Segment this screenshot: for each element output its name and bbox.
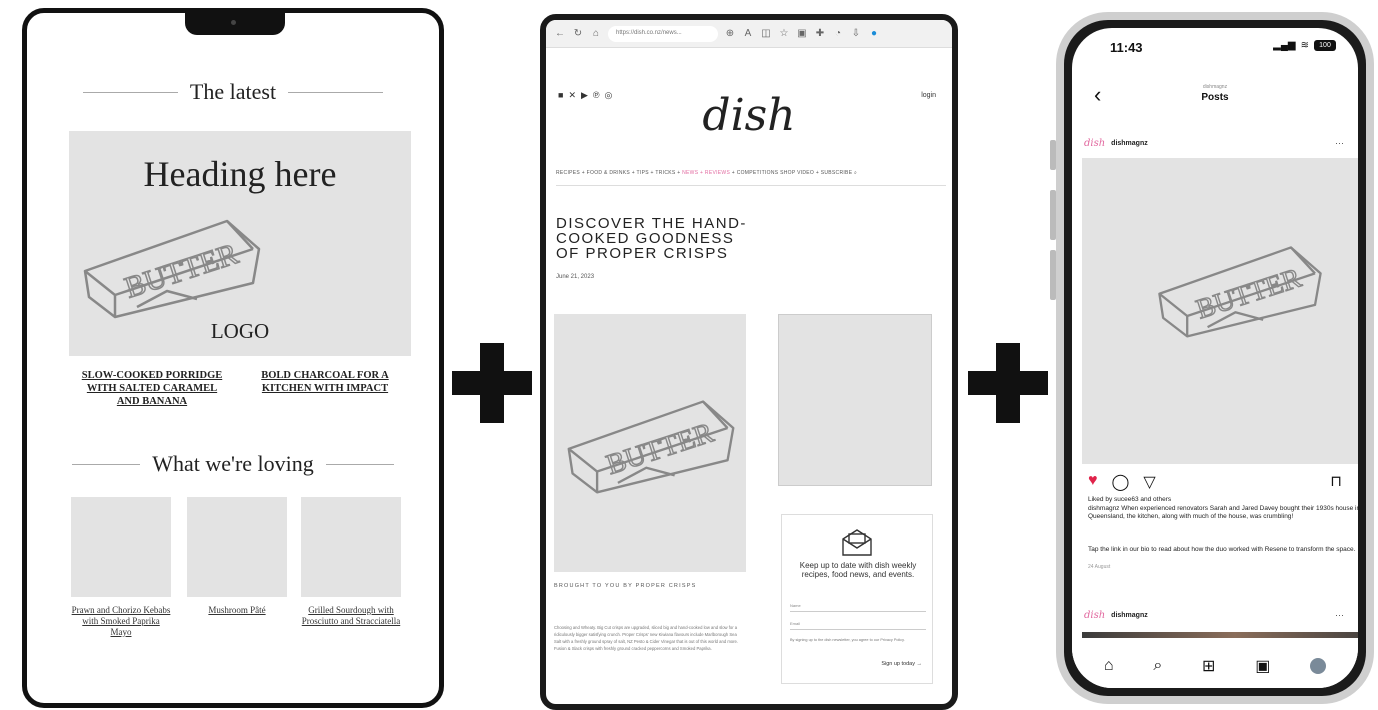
article-body: Choosing and Wheaty. Big Cut crisps are … <box>554 625 739 651</box>
link-slow-cooked-porridge[interactable]: SLOW-COOKED PORRIDGE WITH SALTED CARAMEL… <box>77 369 227 408</box>
butter-logo-icon: BUTTER <box>1158 246 1322 338</box>
phone-screen: 11:43 ▂▄▆ ≋ 100 ‹ dishmagnz Posts dish d… <box>1072 28 1358 688</box>
share-icon[interactable]: ▽ <box>1143 472 1155 492</box>
hero-heading: Heading here <box>143 154 337 194</box>
envelope-icon <box>842 529 872 556</box>
nav-subscribe[interactable]: SUBSCRIBE <box>821 170 853 176</box>
address-bar[interactable]: https://dish.co.nz/news... <box>608 25 718 42</box>
nav-news-reviews[interactable]: NEWS + REVIEWS <box>682 170 730 176</box>
home-icon[interactable]: ⌂ <box>1104 657 1114 675</box>
account-name: dishmagnz <box>1111 612 1148 619</box>
next-post-author[interactable]: dish dishmagnz <box>1084 610 1148 621</box>
hero-image-placeholder[interactable]: Heading here BUTTER LOGO <box>69 131 411 356</box>
plus-icon <box>452 343 532 423</box>
profile-avatar[interactable] <box>1310 658 1327 674</box>
article-title: DISCOVER THE HAND-COOKED GOODNESS OF PRO… <box>556 215 747 262</box>
tablet-notch <box>185 11 285 35</box>
wifi-icon: ≋ <box>1300 40 1309 51</box>
nav-competitions[interactable]: COMPETITIONS <box>737 170 779 176</box>
post-image[interactable]: BUTTER <box>1082 158 1358 464</box>
liked-by[interactable]: Liked by sucee63 and others <box>1088 496 1171 503</box>
page-title: Posts <box>1201 92 1229 103</box>
bookmark-icon[interactable]: ⊓ <box>1330 472 1342 490</box>
collections-icon[interactable]: ▣ <box>796 28 808 39</box>
nav-recipes[interactable]: RECIPES <box>556 170 580 176</box>
browser-toolbar: ← ↻ ⌂ https://dish.co.nz/news... ⊕ A ◫ ☆… <box>546 20 952 48</box>
bottom-tab-bar: ⌂ ⌕ ⊞ ▣ <box>1072 640 1358 688</box>
butter-logo-icon: BUTTER <box>567 400 735 494</box>
account-avatar: dish <box>1084 610 1106 621</box>
article-main-image: BUTTER <box>554 314 746 572</box>
heart-icon[interactable]: ♥ <box>1088 472 1098 492</box>
create-post-icon[interactable]: ⊞ <box>1202 656 1215 676</box>
post-date: 24 August <box>1088 564 1111 570</box>
account-avatar: dish <box>1084 138 1106 149</box>
favorite-icon[interactable]: ☆ <box>778 28 790 39</box>
history-icon[interactable]: ◔ <box>832 28 844 39</box>
post-author[interactable]: dish dishmagnz <box>1084 138 1148 149</box>
browser-tablet-device: ← ↻ ⌂ https://dish.co.nz/news... ⊕ A ◫ ☆… <box>540 14 958 710</box>
zoom-icon[interactable]: ⊕ <box>724 28 736 39</box>
account-name: dishmagnz <box>1111 140 1148 147</box>
hero-logo-text: LOGO <box>210 319 270 343</box>
more-options-icon[interactable]: ··· <box>1335 610 1344 620</box>
newsletter-signup-card: Keep up to date with dish weekly recipes… <box>781 514 933 684</box>
nav-divider <box>556 185 946 186</box>
header-account-name: dishmagnz <box>1202 84 1228 90</box>
plus-icon <box>968 343 1048 423</box>
next-post-image[interactable] <box>1082 632 1358 638</box>
post-caption-cta: Tap the link in our bio to read about ho… <box>1088 546 1356 553</box>
thumb-mushroom[interactable] <box>187 497 287 597</box>
phone-device: 11:43 ▂▄▆ ≋ 100 ‹ dishmagnz Posts dish d… <box>1056 12 1374 704</box>
extensions-icon[interactable]: ✚ <box>814 28 826 39</box>
split-view-icon[interactable]: ◫ <box>760 28 772 39</box>
sponsor-line: BROUGHT TO YOU BY PROPER CRISPS <box>554 583 697 589</box>
signup-button[interactable]: Sign up today → <box>881 661 922 667</box>
reels-icon[interactable]: ▣ <box>1255 656 1270 676</box>
nav-video[interactable]: VIDEO <box>797 170 814 176</box>
status-time: 11:43 <box>1110 40 1143 55</box>
latest-heading: The latest <box>189 79 277 104</box>
nav-shop[interactable]: SHOP <box>780 170 795 176</box>
signup-terms: By signing up to the dish newsletter, yo… <box>790 638 905 642</box>
sidebar-ad-image[interactable] <box>778 314 932 486</box>
caption-sourdough[interactable]: Grilled Sourdough with Prosciutto and St… <box>301 605 401 627</box>
section-title-loving: What we're loving <box>27 451 439 477</box>
lock-icon: ⌂ <box>592 28 600 39</box>
signal-icon: ▂▄▆ <box>1273 40 1296 51</box>
thumb-sourdough[interactable] <box>301 497 401 597</box>
main-nav: RECIPES + FOOD & DRINKS + TIPS + TRICKS … <box>556 170 858 176</box>
post-actions: ♥ ◯ ▽ <box>1088 472 1156 492</box>
battery-icon: 100 <box>1314 40 1336 51</box>
link-bold-charcoal[interactable]: BOLD CHARCOAL FOR A KITCHEN WITH IMPACT <box>255 369 395 395</box>
email-label: Email <box>790 621 801 626</box>
email-field[interactable] <box>790 629 926 630</box>
back-arrow-icon[interactable]: ← <box>554 28 566 39</box>
loving-heading: What we're loving <box>152 451 314 476</box>
name-label: Name <box>790 603 801 608</box>
butter-logo-icon: BUTTER <box>83 219 261 319</box>
more-options-icon[interactable]: ··· <box>1335 138 1344 148</box>
search-icon[interactable]: ⌕ <box>1153 657 1162 675</box>
status-icons: ▂▄▆ ≋ 100 <box>1273 40 1336 51</box>
article-date: June 21, 2023 <box>556 274 595 280</box>
tablet-device: The latest Heading here BUTTER LOGO SLOW… <box>22 8 444 708</box>
signup-text: Keep up to date with dish weekly recipes… <box>799 561 917 579</box>
post-caption: dishmagnz When experienced renovators Sa… <box>1088 505 1358 520</box>
name-field[interactable] <box>790 611 926 612</box>
login-link[interactable]: login <box>921 92 936 99</box>
nav-tips-tricks[interactable]: TIPS + TRICKS <box>637 170 676 176</box>
read-aloud-icon[interactable]: A <box>742 28 754 39</box>
caption-prawn[interactable]: Prawn and Chorizo Kebabs with Smoked Pap… <box>71 605 171 638</box>
search-icon[interactable]: ⌕ <box>854 170 857 176</box>
caption-mushroom[interactable]: Mushroom Pâté <box>187 605 287 616</box>
reload-icon[interactable]: ↻ <box>572 28 584 39</box>
site-logo[interactable]: dish <box>546 90 952 141</box>
nav-food-drinks[interactable]: FOOD & DRINKS <box>587 170 630 176</box>
downloads-icon[interactable]: ⇩ <box>850 28 862 39</box>
thumb-prawn[interactable] <box>71 497 171 597</box>
comment-icon[interactable]: ◯ <box>1112 472 1130 492</box>
section-title-latest: The latest <box>27 79 439 105</box>
profile-icon[interactable]: ● <box>868 28 880 39</box>
